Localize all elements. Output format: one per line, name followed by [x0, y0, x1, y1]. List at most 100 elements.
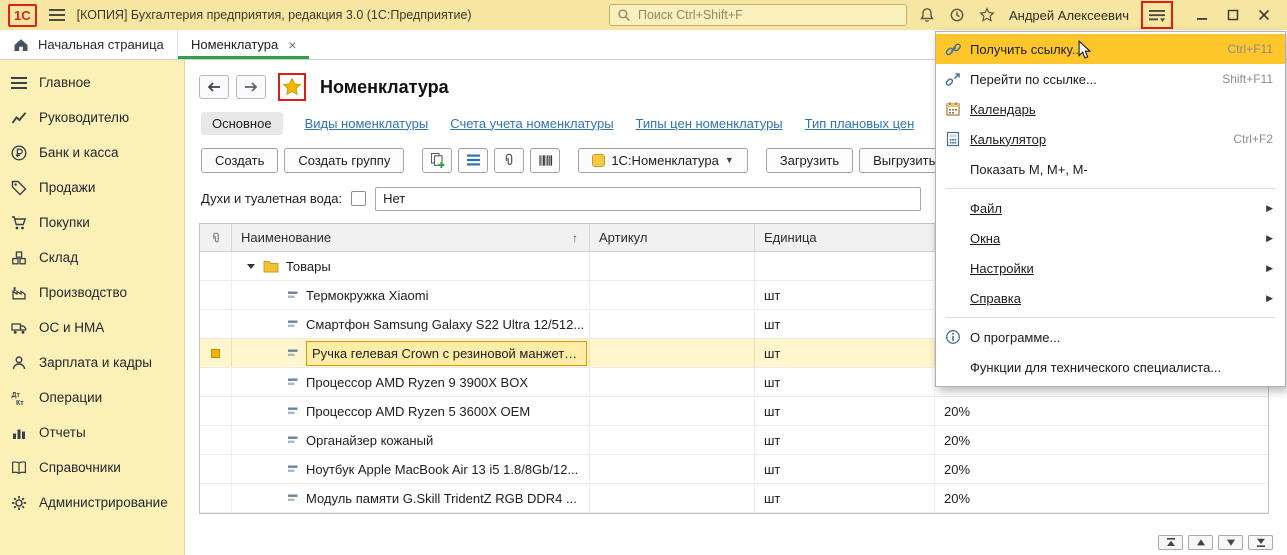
minimize-button[interactable]: [1195, 8, 1209, 22]
table-row-6[interactable]: Органайзер кожаныйшт20%: [200, 426, 1268, 455]
menu-item-label: Настройки: [970, 261, 1254, 276]
item-icon: [287, 464, 299, 474]
global-search-input[interactable]: Поиск Ctrl+Shift+F: [609, 4, 907, 26]
sidebar-item-1[interactable]: Главное: [0, 65, 184, 100]
section-link-5[interactable]: Тип плановых цен: [805, 116, 915, 131]
notifications-bell-icon[interactable]: [917, 5, 937, 25]
menu-item-12[interactable]: О программе...: [936, 322, 1285, 352]
filter-checkbox[interactable]: [351, 191, 366, 206]
unit-column-header[interactable]: Единица: [755, 224, 935, 251]
menu-item-4[interactable]: КалькуляторCtrl+F2: [936, 124, 1285, 154]
menu-item-9[interactable]: Настройки ▶: [936, 253, 1285, 283]
article-column-header[interactable]: Артикул: [590, 224, 755, 251]
sidebar-item-2[interactable]: Руководителю: [0, 100, 184, 135]
cell-unit: шт: [755, 455, 935, 483]
load-button[interactable]: Загрузить: [766, 148, 853, 173]
favorites-star-icon[interactable]: [977, 5, 997, 25]
table-row-8[interactable]: Модуль памяти G.Skill TridentZ RGB DDR4 …: [200, 484, 1268, 513]
sidebar-item-10[interactable]: ДтКт Операции: [0, 380, 184, 415]
name-column-header[interactable]: Наименование ↑: [232, 224, 590, 251]
sidebar-item-label: Производство: [39, 285, 127, 300]
cell-article: [590, 455, 755, 483]
menu-item-7[interactable]: Файл ▶: [936, 193, 1285, 223]
sidebar-item-label: Отчеты: [39, 425, 86, 440]
section-link-4[interactable]: Типы цен номенклатуры: [636, 116, 783, 131]
barcode-button[interactable]: [530, 148, 560, 173]
item-name: Процессор AMD Ryzen 5 3600X OEM: [306, 404, 530, 419]
tab-nomenclature[interactable]: Номенклатура ×: [178, 30, 309, 59]
bar-chart-icon: [10, 424, 28, 442]
attach-column-header[interactable]: [200, 224, 232, 251]
scroll-to-bottom-button[interactable]: [1248, 535, 1273, 550]
list-settings-button[interactable]: [458, 148, 488, 173]
menu-item-label: Функции для технического специалиста...: [970, 360, 1273, 375]
sales-tag-icon: [10, 179, 28, 197]
scroll-down-button[interactable]: [1218, 535, 1243, 550]
submenu-arrow-icon: ▶: [1266, 233, 1273, 244]
scroll-to-top-button[interactable]: [1158, 535, 1183, 550]
sidebar-item-label: Руководителю: [39, 110, 129, 125]
sidebar-item-5[interactable]: Покупки: [0, 205, 184, 240]
tab-close-icon[interactable]: ×: [288, 38, 296, 52]
section-link-3[interactable]: Счета учета номенклатуры: [450, 116, 613, 131]
sidebar-item-11[interactable]: Отчеты: [0, 415, 184, 450]
favorite-star-icon[interactable]: [282, 77, 302, 97]
menu-item-1[interactable]: Получить ссылку...Ctrl+F11: [936, 34, 1285, 64]
menu-item-5[interactable]: Показать М, М+, М-: [936, 154, 1285, 184]
menu-item-2[interactable]: Перейти по ссылке...Shift+F11: [936, 64, 1285, 94]
menu-item-3[interactable]: Календарь: [936, 94, 1285, 124]
item-name: Органайзер кожаный: [306, 433, 433, 448]
section-link-2[interactable]: Виды номенклатуры: [305, 116, 429, 131]
create-button[interactable]: Создать: [201, 148, 278, 173]
item-icon: [287, 348, 299, 358]
table-scroll-buttons: [1158, 535, 1273, 550]
tab-home-label: Начальная страница: [38, 37, 164, 52]
goto-link-icon: [945, 70, 970, 88]
menu-item-10[interactable]: Справка▶: [936, 283, 1285, 313]
history-icon[interactable]: [947, 5, 967, 25]
table-row-5[interactable]: Процессор AMD Ryzen 5 3600X OEMшт20%: [200, 397, 1268, 426]
sidebar-item-9[interactable]: Зарплата и кадры: [0, 345, 184, 380]
menu-item-label: Файл: [970, 201, 1254, 216]
filter-value-input[interactable]: [375, 187, 921, 211]
truck-icon: [10, 319, 28, 337]
user-name[interactable]: Андрей Алексеевич: [1009, 8, 1129, 23]
submenu-arrow-icon: ▶: [1266, 263, 1273, 274]
tab-home[interactable]: Начальная страница: [0, 30, 178, 59]
sidebar-item-4[interactable]: Продажи: [0, 170, 184, 205]
section-link-1[interactable]: Основное: [201, 112, 283, 135]
search-icon: [617, 8, 631, 22]
table-row-7[interactable]: Ноутбук Apple MacBook Air 13 i5 1.8/8Gb/…: [200, 455, 1268, 484]
sidebar-item-6[interactable]: Склад: [0, 240, 184, 275]
copy-item-button[interactable]: [422, 148, 452, 173]
attachments-button[interactable]: [494, 148, 524, 173]
dtkt-icon: ДтКт: [10, 389, 28, 407]
forward-button[interactable]: [236, 75, 266, 99]
item-icon: [287, 406, 299, 416]
main-menu-icon[interactable]: [47, 5, 67, 25]
back-button[interactable]: [199, 75, 229, 99]
tools-menu-button[interactable]: [1147, 5, 1167, 25]
sidebar-item-label: Операции: [39, 390, 102, 405]
sidebar-item-8[interactable]: ОС и НМА: [0, 310, 184, 345]
expand-caret-icon[interactable]: [247, 264, 255, 269]
scroll-up-button[interactable]: [1188, 535, 1213, 550]
paperclip-icon: [210, 231, 222, 245]
sidebar-item-13[interactable]: Администрирование: [0, 485, 184, 520]
create-group-button[interactable]: Создать группу: [284, 148, 404, 173]
menu-item-label: Перейти по ссылке...: [970, 72, 1210, 87]
maximize-button[interactable]: [1226, 8, 1240, 22]
sidebar-item-12[interactable]: Справочники: [0, 450, 184, 485]
sidebar-item-3[interactable]: Банк и касса: [0, 135, 184, 170]
sidebar-item-label: Главное: [39, 75, 91, 90]
menu-item-13[interactable]: Функции для технического специалиста...: [936, 352, 1285, 382]
page-title: Номенклатура: [320, 77, 449, 98]
menu-item-8[interactable]: Окна▶: [936, 223, 1285, 253]
item-name: Термокружка Xiaomi: [306, 288, 429, 303]
submenu-arrow-icon: ▶: [1266, 203, 1273, 214]
sort-asc-icon: ↑: [572, 231, 580, 245]
close-button[interactable]: [1257, 8, 1271, 22]
favorite-annotation-box: [278, 73, 306, 101]
nomenclature-menu-button[interactable]: 1С:Номенклатура ▼: [578, 148, 747, 173]
sidebar-item-7[interactable]: Производство: [0, 275, 184, 310]
